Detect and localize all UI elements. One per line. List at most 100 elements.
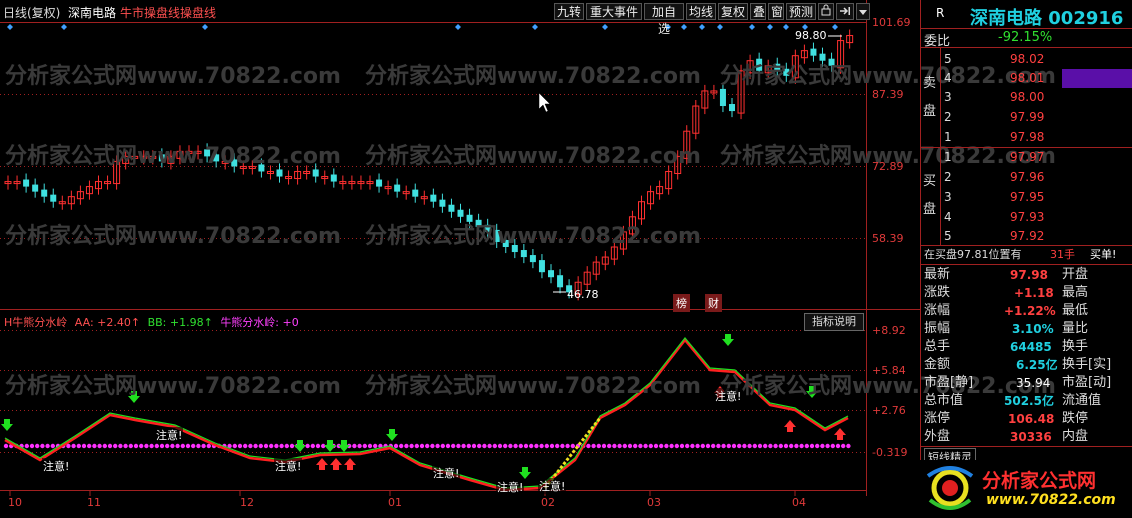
baseline-dot [638, 443, 643, 449]
alert-note: 注意! [42, 458, 71, 474]
baseline-dot [487, 443, 492, 449]
arrow-right-bar-icon[interactable] [836, 3, 854, 20]
formula-name[interactable]: 牛市操盘线操盘线 [120, 4, 216, 21]
baseline-dot [825, 443, 830, 449]
baseline-dot [81, 443, 87, 449]
candle-body [557, 275, 564, 288]
baseline-dot [451, 443, 456, 449]
baseline-dot [669, 443, 674, 449]
baseline-dot [674, 443, 679, 449]
baseline-dot [466, 443, 471, 449]
baseline-dot [742, 443, 747, 449]
weibi-label: 委比 [924, 34, 951, 49]
chevron-down-icon[interactable] [856, 3, 870, 20]
baseline-dot [700, 443, 705, 449]
baseline-dot [456, 443, 461, 449]
buy-level-1[interactable]: 1 97.97 [920, 148, 1132, 166]
mouse-cursor-icon [538, 92, 551, 113]
baseline-dot [440, 443, 445, 449]
indicator-axis-label: +5.84 [872, 364, 906, 377]
baseline-dot [243, 443, 248, 449]
event-marker-icon [767, 24, 773, 30]
baseline-dot [321, 443, 326, 449]
baseline-dot [170, 443, 175, 449]
baseline-dot [373, 443, 378, 449]
baseline-dot [154, 443, 159, 449]
baseline-dot [305, 443, 310, 449]
event-marker-icon [832, 24, 838, 30]
baseline-dot [196, 443, 201, 449]
event-marker-icon [61, 24, 67, 30]
event-marker-icon [7, 24, 13, 30]
candle-body [376, 179, 383, 187]
candle-body [529, 255, 536, 263]
sell-level-4[interactable]: 4 98.01 [920, 69, 1132, 87]
baseline-dot [731, 443, 737, 449]
bb-line [4, 337, 849, 489]
baseline-dot [367, 443, 373, 449]
major-events-button[interactable]: 重大事件 [586, 3, 642, 20]
price-axis-label: 58.39 [872, 232, 904, 245]
candle-body [32, 184, 39, 192]
baseline-dot [258, 443, 263, 449]
baseline-dot [315, 443, 321, 449]
baseline-dot [92, 443, 97, 449]
event-marker-icon [602, 24, 608, 30]
baseline-dot [513, 443, 518, 449]
baseline-dot [685, 443, 690, 449]
event-marker-icon [783, 24, 789, 30]
alert-note: 注意! [714, 388, 743, 404]
order-status-line: 在买盘97.81位置有 31手 买单! [924, 248, 1117, 261]
alert-note: 注意! [432, 465, 461, 481]
forecast-button[interactable]: 预测 [786, 3, 816, 20]
baseline-dot [497, 443, 503, 449]
buy-level-4[interactable]: 4 97.93 [920, 208, 1132, 226]
r-badge[interactable]: R [936, 6, 944, 20]
buy-arrow-icon [344, 458, 356, 470]
buy-level-2[interactable]: 2 97.96 [920, 168, 1132, 186]
buy-level-3[interactable]: 3 97.95 [920, 188, 1132, 206]
baseline-dot [139, 443, 144, 449]
baseline-dot [617, 443, 622, 449]
sell-level-2[interactable]: 2 97.99 [920, 108, 1132, 126]
adjust-button[interactable]: 复权 [718, 3, 748, 20]
lock-icon[interactable] [818, 3, 834, 20]
baseline-dot [159, 443, 165, 449]
price-axis-label: 101.69 [872, 16, 911, 29]
indicator-name[interactable]: H牛熊分水岭 [4, 316, 67, 329]
finance-marker[interactable]: 财 [705, 294, 722, 312]
buy-level-5[interactable]: 5 97.92 [920, 227, 1132, 245]
event-marker-icon [699, 24, 705, 30]
quote-panel: R 深南电路 002916 委比 -92.15% 卖盘 买盘 5 98.02 49… [920, 0, 1132, 518]
add-watchlist-button[interactable]: 加自选 [644, 3, 684, 36]
sell-level-3[interactable]: 3 98.00 [920, 88, 1132, 106]
sell-level-5[interactable]: 5 98.02 [920, 50, 1132, 68]
rank-marker[interactable]: 榜 [673, 294, 690, 312]
period-label[interactable]: 日线(复权) [3, 4, 60, 21]
baseline-dot [362, 443, 367, 449]
ma-button[interactable]: 均线 [686, 3, 716, 20]
baseline-dot [206, 443, 211, 449]
candle-body [520, 250, 527, 258]
indicator-help-button[interactable]: 指标说明 [804, 313, 864, 331]
overlay-button[interactable]: 叠 [750, 3, 766, 20]
baseline-dot [555, 443, 560, 449]
watermark: 分析家公式网www.70822.com [365, 64, 701, 89]
baseline-dot [820, 443, 825, 449]
indicator-legend: H牛熊分水岭 AA: +2.40↑ BB: +1.98↑ 牛熊分水岭: +0 [4, 314, 299, 330]
baseline-dot [841, 443, 846, 449]
nine-turn-button[interactable]: 九转 [554, 3, 584, 20]
baseline-dot [133, 443, 139, 449]
event-marker-icon [749, 24, 755, 30]
stat-row: 外盘 30336 内盘 [924, 429, 1089, 444]
baseline-dot [596, 443, 601, 449]
baseline-dot [102, 443, 108, 449]
baseline-dot [549, 443, 555, 449]
event-marker-icon [455, 24, 461, 30]
baseline-dot [71, 443, 76, 449]
baseline-dot [534, 443, 539, 449]
baseline-dot [773, 443, 778, 449]
window-button[interactable]: 窗 [768, 3, 784, 20]
baseline-dot [633, 443, 638, 449]
sell-level-1[interactable]: 1 97.98 [920, 128, 1132, 146]
